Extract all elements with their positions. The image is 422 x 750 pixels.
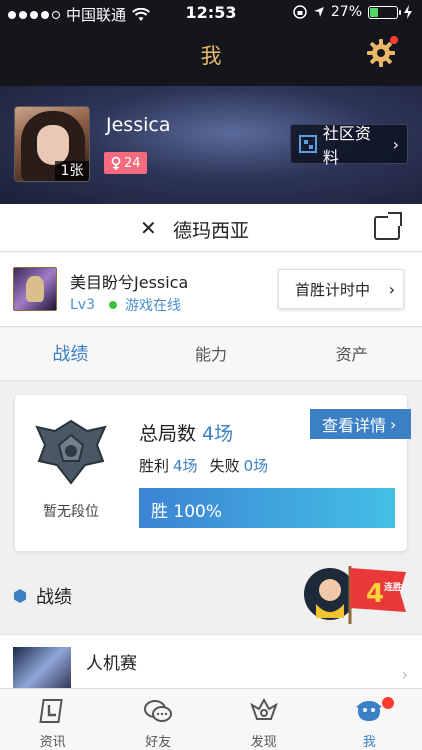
tab-label: 发现 [250,735,277,750]
bottom-tab-me[interactable]: 我 [317,689,422,750]
streak-text: 连胜 [384,581,402,593]
share-icon[interactable] [374,212,402,240]
tab-label: 资讯 [39,735,66,750]
first-win-label: 首胜计时中 [295,280,371,299]
chevron-right-icon: › [392,134,399,154]
section-title: 战绩 [14,583,72,609]
total-value: 4场 [202,423,234,445]
match-champion-thumbnail [13,647,71,693]
tab-label: 我 [362,735,376,750]
section-title-label: 战绩 [36,587,72,608]
community-label: 社区资料 [322,124,371,167]
qr-code-icon [299,135,317,153]
loss-label: 失败 [209,457,240,475]
gender-age-badge: 24 [104,152,147,174]
community-profile-button[interactable]: 社区资料 › [290,124,408,167]
loss-value: 0场 [243,457,269,475]
streak-number: 4 [366,579,384,609]
chevron-right-icon: › [390,414,397,434]
bottom-tab-friends[interactable]: 好友 [106,689,212,750]
view-details-button[interactable]: 查看详情 › [310,409,411,439]
chevron-right-icon: › [401,665,408,684]
discover-icon [249,697,278,720]
status-bar: 中国联通 12:53 27% [0,0,422,26]
win-label: 胜利 [139,457,170,475]
age-label: 24 [124,155,141,171]
details-label: 查看详情 [322,416,387,435]
notification-dot [381,697,394,709]
character-row: 美目盼兮Jessica Lv3 游戏在线 首胜计时中 › [0,253,422,327]
female-icon [111,156,121,170]
chat-bubbles-icon [144,700,173,722]
win-rate-text: 胜 100% [151,502,223,522]
match-row[interactable]: 人机赛 › [0,634,422,693]
tab-record[interactable]: 战绩 [0,328,141,380]
tab-label: 好友 [145,735,172,750]
champion-avatar [13,267,57,311]
notification-dot [390,36,398,44]
stats-card: 暂无段位 总局数 4场 胜利 4场 失败 0场 查看详情 › 胜 100% [15,395,411,551]
profile-banner: 1张 Jessica 24 社区资料 › [0,86,422,204]
bottom-tab-news[interactable]: 资讯 [0,689,106,750]
battery-icon [368,5,401,19]
tab-assets[interactable]: 资产 [281,328,422,380]
battery-percent: 27% [330,4,362,20]
bottom-tab-discover[interactable]: 发现 [211,689,317,750]
tab-bar: 战绩 能力 资产 [0,328,422,381]
tab-ability[interactable]: 能力 [141,328,282,380]
match-mode: 人机赛 [86,654,137,674]
top-bar: 中国联通 12:53 27% 我 [0,0,422,86]
orientation-lock-icon [293,5,307,19]
chevron-right-icon: › [388,279,395,299]
photo-count: 1张 [55,161,89,181]
charging-icon [404,5,412,19]
win-rate-bar: 胜 100% [139,488,395,528]
rank-label: 暂无段位 [43,504,99,520]
hexagon-icon [14,589,26,603]
character-level: Lv3 游戏在线 [70,295,181,315]
win-loss: 胜利 4场 失败 0场 [139,455,280,476]
character-name: 美目盼兮Jessica [70,273,189,292]
win-streak-badge: 4 连胜 [304,566,406,624]
win-value: 4场 [173,457,198,475]
settings-button[interactable] [366,36,398,68]
avatar[interactable]: 1张 [14,106,90,182]
game-title: 德玛西亚 [172,220,249,242]
news-icon [39,699,63,723]
location-icon [313,7,324,17]
bottom-tab-bar: 资讯 好友 发现 我 [0,688,422,750]
level-label: Lv3 [70,297,95,313]
rank-emblem-icon [35,419,107,485]
first-win-timer-button[interactable]: 首胜计时中 › [278,269,404,309]
total-games: 总局数 4场 [139,419,233,446]
online-dot [109,301,117,309]
game-selector[interactable]: ✕ 德玛西亚 [0,204,422,252]
online-status: 游戏在线 [125,298,181,314]
username: Jessica [106,114,171,136]
status-right: 27% [293,4,412,20]
page-title: 我 [200,44,222,68]
me-icon [356,701,383,721]
total-label: 总局数 [139,423,197,445]
